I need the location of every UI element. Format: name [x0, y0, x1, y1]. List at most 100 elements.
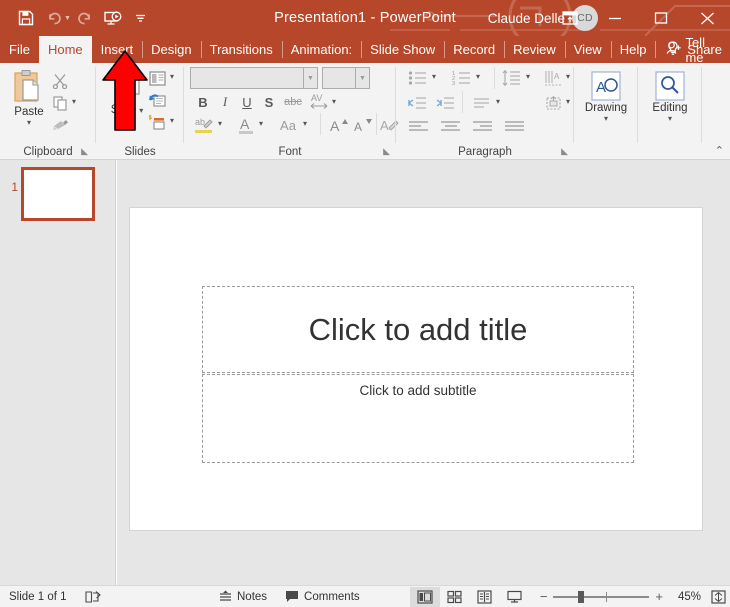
change-case-dropdown-icon[interactable]: ▾: [303, 119, 307, 128]
numbering-dropdown-icon[interactable]: ▾: [476, 72, 480, 81]
redo-icon[interactable]: [71, 4, 99, 32]
svg-text:AV: AV: [311, 93, 322, 103]
text-highlight-dropdown-icon[interactable]: ▾: [218, 119, 222, 128]
section-dropdown-icon[interactable]: ▾: [170, 116, 174, 125]
smartart-dropdown-icon[interactable]: ▾: [566, 97, 570, 106]
fit-to-window-button[interactable]: [711, 590, 726, 604]
comments-button[interactable]: Comments: [276, 586, 369, 607]
title-placeholder[interactable]: Click to add title: [202, 286, 634, 373]
justify-button[interactable]: [502, 118, 526, 136]
convert-to-smartart-button[interactable]: [542, 93, 564, 113]
increase-indent-button[interactable]: [434, 93, 456, 113]
clipboard-dialog-launcher[interactable]: ◣: [81, 146, 88, 157]
tab-view[interactable]: View: [565, 36, 611, 63]
copy-button[interactable]: [50, 93, 70, 113]
editing-button[interactable]: Editing ▾: [646, 71, 694, 123]
align-center-button[interactable]: [438, 118, 462, 136]
copy-icon: [53, 96, 68, 111]
change-case-button[interactable]: Aa: [276, 115, 300, 135]
editing-dropdown-icon[interactable]: ▾: [668, 114, 672, 123]
zoom-slider-thumb[interactable]: [578, 591, 584, 603]
font-size-input[interactable]: ▼: [322, 67, 370, 89]
font-name-dropdown-icon[interactable]: ▼: [303, 68, 317, 88]
customize-qat-icon[interactable]: [127, 4, 155, 32]
align-left-button[interactable]: [406, 118, 430, 136]
save-icon[interactable]: [12, 4, 40, 32]
collapse-ribbon-button[interactable]: ⌃: [715, 144, 724, 157]
font-color-dropdown-icon[interactable]: ▾: [259, 119, 263, 128]
minimize-icon[interactable]: [592, 0, 638, 36]
text-highlight-button[interactable]: ab: [192, 115, 214, 135]
layout-dropdown-icon[interactable]: ▾: [170, 72, 174, 81]
paste-button[interactable]: Paste ▾: [6, 69, 52, 127]
tab-review[interactable]: Review: [504, 36, 565, 63]
tab-transitions[interactable]: Transitions: [201, 36, 282, 63]
line-spacing-button[interactable]: [500, 68, 522, 88]
bullets-button[interactable]: [406, 68, 428, 88]
text-direction-button[interactable]: A: [542, 68, 564, 88]
tab-slide-show[interactable]: Slide Show: [361, 36, 444, 63]
subtitle-placeholder[interactable]: Click to add subtitle: [202, 374, 634, 463]
share-button[interactable]: Share: [666, 36, 722, 63]
tab-file[interactable]: File: [0, 36, 39, 63]
zoom-out-button[interactable]: −: [540, 589, 548, 604]
slide-show-button[interactable]: [500, 587, 530, 607]
close-icon[interactable]: [684, 0, 730, 36]
paste-dropdown-icon[interactable]: ▾: [27, 118, 31, 127]
underline-button[interactable]: U: [238, 93, 256, 111]
group-label-slides: Slides: [96, 146, 184, 158]
align-right-button[interactable]: [470, 118, 494, 136]
drawing-dropdown-icon[interactable]: ▾: [604, 114, 608, 123]
copy-dropdown-icon[interactable]: ▾: [72, 97, 76, 106]
decrease-font-size-button[interactable]: A: [352, 115, 374, 135]
font-color-button[interactable]: A: [236, 115, 256, 135]
character-spacing-dropdown-icon[interactable]: ▾: [332, 97, 336, 106]
align-text-dropdown-icon[interactable]: ▾: [496, 97, 500, 106]
slide-sorter-button[interactable]: [440, 587, 470, 607]
strikethrough-button[interactable]: abc: [282, 93, 304, 111]
italic-button[interactable]: I: [216, 93, 234, 111]
decrease-indent-button[interactable]: [406, 93, 428, 113]
zoom-percent-label[interactable]: 45%: [669, 591, 701, 603]
numbering-button[interactable]: 123: [450, 68, 472, 88]
font-size-dropdown-icon[interactable]: ▼: [355, 68, 369, 88]
font-name-field[interactable]: [191, 70, 299, 86]
layout-button[interactable]: [146, 68, 168, 88]
format-painter-button[interactable]: [50, 115, 72, 135]
text-direction-dropdown-icon[interactable]: ▾: [566, 72, 570, 81]
tab-help[interactable]: Help: [611, 36, 656, 63]
increase-font-size-button[interactable]: A: [328, 115, 350, 135]
character-spacing-button[interactable]: AV: [308, 91, 330, 111]
slide-canvas[interactable]: Click to add title Click to add subtitle: [129, 207, 703, 531]
normal-view-button[interactable]: [410, 587, 440, 607]
undo-dropdown-icon[interactable]: ▼: [64, 15, 71, 22]
maximize-icon[interactable]: [638, 0, 684, 36]
reading-view-button[interactable]: [470, 587, 500, 607]
font-dialog-launcher[interactable]: ◣: [383, 146, 390, 157]
slide-thumbnail-1[interactable]: [24, 170, 92, 218]
line-spacing-dropdown-icon[interactable]: ▾: [526, 72, 530, 81]
zoom-slider[interactable]: [553, 590, 649, 604]
tab-home[interactable]: Home: [39, 36, 92, 63]
zoom-in-button[interactable]: +: [655, 589, 663, 604]
accessibility-button[interactable]: [76, 586, 110, 607]
section-button[interactable]: [146, 112, 168, 132]
font-name-input[interactable]: ▼: [190, 67, 318, 89]
reset-button[interactable]: [146, 90, 168, 110]
align-text-button[interactable]: [470, 93, 492, 113]
bullets-dropdown-icon[interactable]: ▾: [432, 72, 436, 81]
tab-record[interactable]: Record: [444, 36, 504, 63]
ribbon-display-options-icon[interactable]: [548, 0, 592, 36]
tab-animations[interactable]: Animation:: [282, 36, 361, 63]
subtitle-placeholder-text: Click to add subtitle: [359, 383, 476, 398]
bold-button[interactable]: B: [194, 93, 212, 111]
font-size-field[interactable]: [323, 70, 351, 86]
slide-thumbnail-pane[interactable]: 1: [0, 160, 116, 585]
drawing-button[interactable]: A Drawing ▾: [582, 71, 630, 123]
notes-button[interactable]: Notes: [210, 586, 276, 607]
text-shadow-button[interactable]: S: [260, 93, 278, 111]
paragraph-dialog-launcher[interactable]: ◣: [561, 146, 568, 157]
cut-button[interactable]: [50, 71, 70, 91]
tab-design[interactable]: Design: [142, 36, 200, 63]
start-slideshow-icon[interactable]: [99, 4, 127, 32]
